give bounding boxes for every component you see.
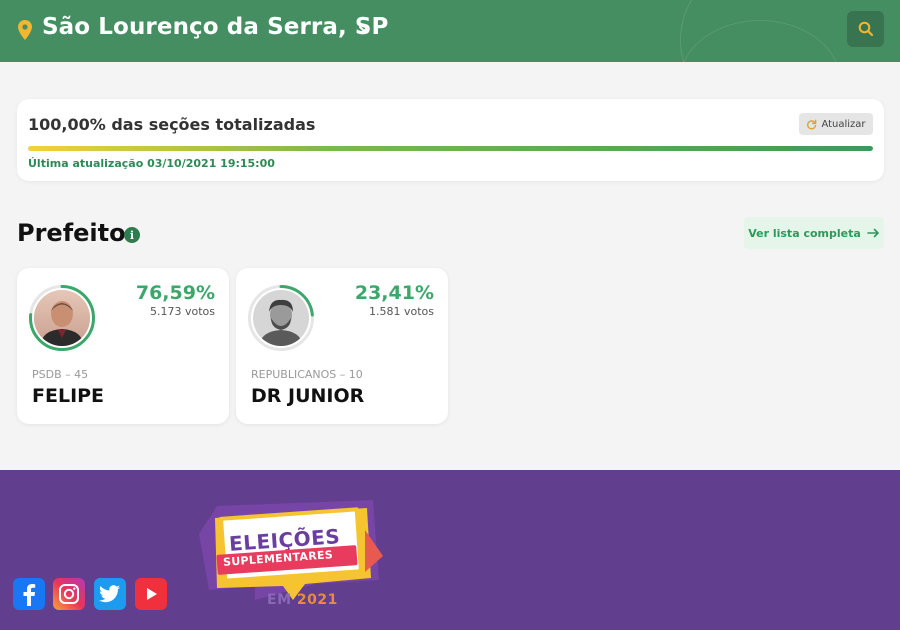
location-pin-icon: [18, 20, 32, 40]
totalization-title: 100,00% das seções totalizadas: [28, 115, 316, 134]
youtube-icon: [147, 588, 157, 600]
candidate-card[interactable]: 76,59% 5.173 votos PSDB – 45 FELIPE: [17, 268, 229, 424]
refresh-button[interactable]: Atualizar: [799, 113, 873, 135]
chevron-down-icon[interactable]: [357, 22, 371, 36]
instagram-icon: [59, 584, 79, 604]
youtube-link[interactable]: [135, 578, 167, 610]
totalization-card: 100,00% das seções totalizadas Atualizar…: [17, 99, 884, 181]
candidate-votes: 5.173 votos: [149, 305, 215, 318]
facebook-icon: [23, 584, 36, 606]
top-bar: São Lourenço da Serra, SP: [0, 0, 900, 62]
eleicoes-suplementares-logo: ELEIÇÕES SUPLEMENTARES EM 2021: [195, 500, 385, 610]
progress-bar-fill: [28, 146, 873, 151]
search-button[interactable]: [847, 11, 884, 47]
search-icon: [858, 21, 873, 37]
refresh-icon: [807, 119, 817, 129]
facebook-link[interactable]: [13, 578, 45, 610]
arrow-right-icon: [866, 228, 879, 238]
candidate-card[interactable]: 23,41% 1.581 votos REPUBLICANOS – 10 DR …: [236, 268, 448, 424]
candidate-percent: 23,41%: [354, 282, 434, 304]
section-title: Prefeito: [17, 219, 126, 247]
twitter-icon: [99, 585, 120, 603]
candidate-party: REPUBLICANOS – 10: [251, 368, 363, 381]
candidate-photo: [253, 290, 309, 346]
full-list-button[interactable]: Ver lista completa: [744, 217, 884, 249]
candidate-photo: [34, 290, 90, 346]
city-selector[interactable]: São Lourenço da Serra, SP: [42, 14, 389, 40]
candidate-avatar-ring: [28, 284, 96, 352]
candidate-votes: 1.581 votos: [368, 305, 434, 318]
candidate-percent: 76,59%: [135, 282, 215, 304]
candidate-name: DR JUNIOR: [251, 385, 365, 407]
info-icon[interactable]: i: [124, 227, 140, 243]
last-update-text: Última atualização 03/10/2021 19:15:00: [28, 157, 275, 170]
full-list-label: Ver lista completa: [748, 226, 861, 240]
candidate-name: FELIPE: [32, 385, 105, 407]
logo-em: EM: [267, 592, 292, 608]
candidate-party: PSDB – 45: [32, 368, 89, 381]
footer: ELEIÇÕES SUPLEMENTARES EM 2021: [0, 470, 900, 630]
twitter-link[interactable]: [94, 578, 126, 610]
logo-year-number: 2021: [296, 592, 338, 608]
logo-year: EM 2021: [267, 592, 338, 608]
progress-bar: [28, 146, 873, 151]
instagram-link[interactable]: [53, 578, 85, 610]
candidate-avatar-ring: [247, 284, 315, 352]
refresh-label: Atualizar: [821, 118, 866, 130]
